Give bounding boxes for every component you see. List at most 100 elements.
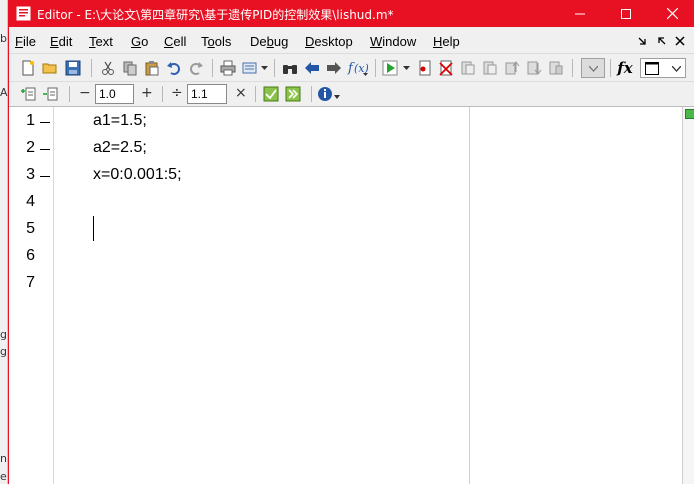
menu-desktop-label: esktop xyxy=(314,34,353,49)
chevron-down-icon xyxy=(402,66,410,70)
menu-edit-label: dit xyxy=(58,34,73,49)
dock-arrow-icon[interactable] xyxy=(656,36,668,46)
remove-cell-divider-button[interactable] xyxy=(41,85,59,103)
binoculars-icon xyxy=(283,65,297,74)
menu-tools-accesskey: o xyxy=(207,34,215,49)
menu-file[interactable]: File xyxy=(15,34,36,49)
undock-arrow-icon[interactable] xyxy=(637,36,647,46)
redo-button[interactable] xyxy=(187,59,205,77)
print-button[interactable] xyxy=(219,59,237,77)
step-button[interactable] xyxy=(459,59,477,77)
maximize-button[interactable] xyxy=(603,0,649,27)
find-button[interactable] xyxy=(281,59,299,77)
background-desktop-strip: b A g. g. n e xyxy=(0,0,10,484)
decrement-button[interactable]: − xyxy=(79,85,91,101)
menu-go[interactable]: Go xyxy=(131,34,148,49)
toolbar-separator xyxy=(610,59,611,77)
menu-text[interactable]: Text xyxy=(89,34,113,49)
save-button[interactable] xyxy=(64,59,82,77)
continue-button[interactable] xyxy=(525,59,543,77)
printer-icon xyxy=(220,60,236,76)
menu-cell[interactable]: Cell xyxy=(164,34,186,49)
menu-cell-label: ell xyxy=(173,34,187,49)
menu-help-accesskey: H xyxy=(433,34,443,49)
copy-button[interactable] xyxy=(121,59,139,77)
cut-button[interactable] xyxy=(99,59,117,77)
step-in-button[interactable] xyxy=(481,59,499,77)
breakpoint-marker[interactable] xyxy=(40,149,50,150)
code-line[interactable]: x=0:0.001:5; xyxy=(93,166,182,184)
menu-window-label: indow xyxy=(382,34,417,49)
insert-cell-divider-button[interactable] xyxy=(19,85,37,103)
evaluate-cell-advance-button[interactable] xyxy=(284,85,302,103)
menu-tools[interactable]: Tools xyxy=(201,34,231,49)
show-cell-titles-button[interactable] xyxy=(317,85,343,103)
save-icon xyxy=(65,60,81,76)
run-button[interactable] xyxy=(381,59,399,77)
stack-dropdown[interactable] xyxy=(581,58,605,78)
cell-multiply-field[interactable]: 1.1 xyxy=(187,84,227,104)
menu-help[interactable]: Help xyxy=(433,34,460,49)
undo-button[interactable] xyxy=(165,59,183,77)
title-bar[interactable]: Editor - E:\大论文\第四章研究\基于遗传PID的控制效果\lishu… xyxy=(9,0,694,27)
menu-tools-label: ols xyxy=(214,34,232,49)
menu-debug[interactable]: Debug xyxy=(250,34,288,49)
page-setup-button[interactable] xyxy=(241,59,259,77)
code-line[interactable]: a2=2.5; xyxy=(93,139,147,157)
code-analyzer-status-indicator[interactable] xyxy=(685,109,694,119)
continue-icon xyxy=(527,61,542,75)
function-browser-button[interactable]: f (x) xyxy=(347,59,369,77)
breakpoint-marker[interactable] xyxy=(40,122,50,123)
page-setup-dropdown[interactable] xyxy=(259,59,269,77)
new-file-button[interactable] xyxy=(19,59,37,77)
go-back-button[interactable] xyxy=(303,59,321,77)
clear-breakpoints-icon xyxy=(439,60,453,76)
insert-function-button[interactable]: fx xyxy=(615,58,635,78)
evaluate-cell-button[interactable] xyxy=(262,85,280,103)
toolbar-separator xyxy=(375,59,376,77)
paste-button[interactable] xyxy=(143,59,161,77)
multiply-button[interactable]: × xyxy=(235,85,247,101)
breakpoint-marker[interactable] xyxy=(40,176,50,177)
run-icon xyxy=(382,60,398,76)
menu-window[interactable]: Window xyxy=(370,34,416,49)
redo-icon xyxy=(190,62,203,75)
right-text-limit-line xyxy=(469,107,470,484)
step-out-icon xyxy=(505,61,520,75)
clear-breakpoints-button[interactable] xyxy=(437,59,455,77)
menu-file-label: ile xyxy=(22,34,36,49)
step-out-button[interactable] xyxy=(503,59,521,77)
menu-desktop[interactable]: Desktop xyxy=(305,34,353,49)
code-editor[interactable]: 1 2 3 4 5 6 7 a1=1.5; a2=2.5; x=0:0.001:… xyxy=(9,107,682,484)
menu-cell-accesskey: C xyxy=(164,34,174,49)
message-bar-strip[interactable] xyxy=(682,107,694,484)
background-glyph: e xyxy=(0,470,7,483)
minimize-button[interactable] xyxy=(557,0,603,27)
line-number: 4 xyxy=(26,193,35,210)
menu-edit[interactable]: Edit xyxy=(50,34,72,49)
open-file-button[interactable] xyxy=(41,59,59,77)
menu-debug-label: ug xyxy=(273,34,289,49)
toolbar-separator xyxy=(572,59,573,77)
divide-button[interactable]: ÷ xyxy=(171,85,183,101)
layout-dropdown[interactable] xyxy=(640,58,686,78)
set-breakpoint-button[interactable] xyxy=(416,59,434,77)
toolbar-separator xyxy=(274,59,275,77)
increment-button[interactable]: + xyxy=(141,85,153,101)
close-button[interactable] xyxy=(649,0,694,27)
code-line[interactable]: a1=1.5; xyxy=(93,112,147,130)
run-dropdown[interactable] xyxy=(401,59,411,77)
exit-debug-button[interactable] xyxy=(547,59,565,77)
go-forward-button[interactable] xyxy=(325,59,343,77)
undo-icon xyxy=(167,62,180,75)
background-glyph: b xyxy=(0,32,7,45)
menu-bar: File Edit Text Go Cell Tools Debug Deskt… xyxy=(9,27,694,54)
menu-edit-accesskey: E xyxy=(50,34,59,49)
line-number: 3 xyxy=(26,166,35,183)
close-document-icon[interactable] xyxy=(675,36,685,46)
cell-increment-field[interactable]: 1.0 xyxy=(95,84,134,104)
set-breakpoint-icon xyxy=(419,60,431,76)
menu-desktop-accesskey: D xyxy=(305,34,315,49)
new-file-icon xyxy=(22,60,34,76)
paste-icon xyxy=(145,61,159,76)
